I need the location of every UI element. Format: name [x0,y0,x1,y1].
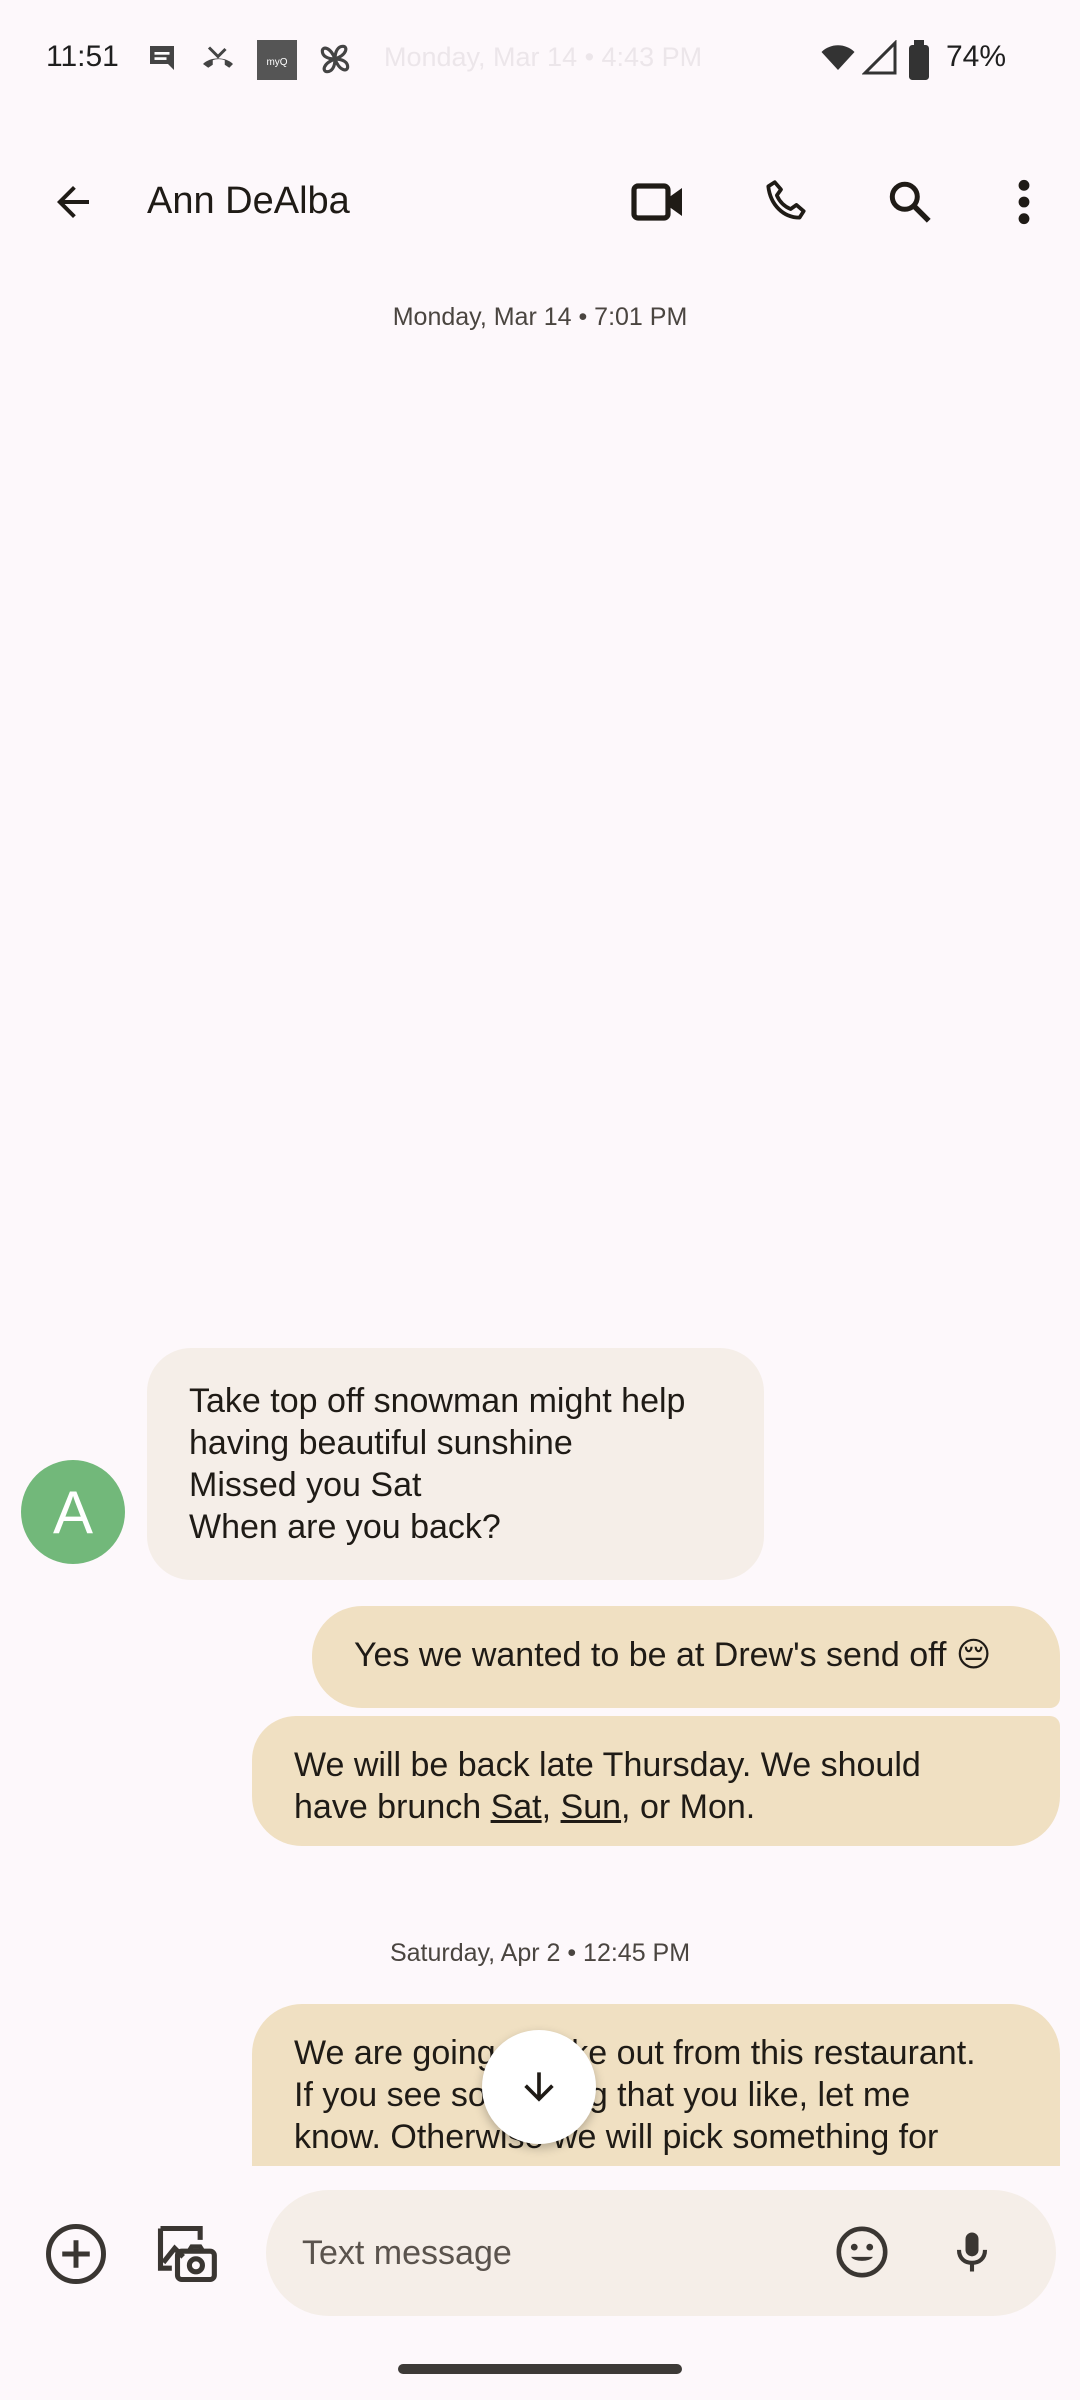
gallery-button[interactable] [146,2214,226,2294]
scroll-to-bottom-button[interactable] [482,2030,596,2144]
search-icon [889,181,931,223]
message-line: Yes we wanted to be at Drew's send off 😔 [354,1636,992,1674]
separator-text: , [541,1788,561,1826]
timestamp-1: Monday, Mar 14 • 7:01 PM [392,303,688,331]
contact-name[interactable]: Ann DeAlba [147,180,350,223]
message-line: you. [294,2158,1018,2166]
back-button[interactable] [33,162,113,242]
search-button[interactable] [870,162,950,242]
gallery-icon [157,2225,217,2283]
message-line: If you see something that you like, let … [294,2076,911,2114]
myq-icon: myQ [257,40,297,80]
status-bar: 11:51 myQ Monday, Mar 14 • 4:43 PM 74% [0,0,1080,120]
arrow-down-icon [524,2072,554,2102]
wifi-icon [818,40,858,80]
message-text-field[interactable]: Text message [266,2190,1056,2316]
outgoing-message-2[interactable]: We will be back late Thursday. We should… [252,1716,1060,1846]
outgoing-message-3[interactable]: We are going to take out from this resta… [252,2004,1060,2166]
message-text: , or Mon. [621,1788,756,1826]
incoming-message[interactable]: Take top off snowman might help having b… [147,1348,764,1580]
more-options-button[interactable] [984,162,1064,242]
message-line: have brunch Sat, Sun, or Mon. [294,1786,1018,1828]
video-call-button[interactable] [618,162,698,242]
date-link-sat[interactable]: Sat [491,1788,542,1826]
video-call-icon [631,183,682,221]
avatar[interactable]: A [21,1460,125,1564]
message-placeholder: Text message [302,2234,512,2272]
message-line: When are you back? [189,1508,501,1546]
missed-call-icon [198,40,238,80]
message-line: having beautiful sunshine [189,1424,573,1462]
message-text: have brunch [294,1788,491,1826]
timestamp-2: Saturday, Apr 2 • 12:45 PM [389,1939,691,1967]
composer-bar: Text message [0,2170,1080,2320]
date-link-sun[interactable]: Sun [561,1788,622,1826]
message-icon [144,40,184,80]
app-bar: Ann DeAlba [0,140,1080,264]
emoji-button[interactable] [822,2212,902,2292]
emoji-icon [836,2226,888,2278]
message-line: We are going to take out from this resta… [294,2034,976,2072]
more-vert-icon [1018,179,1030,225]
phone-icon [766,180,806,220]
voice-input-button[interactable] [932,2212,1012,2292]
home-indicator[interactable] [398,2364,682,2374]
pinwheel-icon [316,40,356,80]
status-time: 11:51 [46,40,119,73]
outgoing-message-1[interactable]: Yes we wanted to be at Drew's send off 😔 [312,1606,1060,1708]
status-ghost-text: Monday, Mar 14 • 4:43 PM [384,42,703,72]
svg-text:myQ: myQ [266,57,287,68]
messages-screen: 11:51 myQ Monday, Mar 14 • 4:43 PM 74% A… [0,0,1080,2400]
add-attachment-button[interactable] [36,2214,116,2294]
message-line: We will be back late Thursday. We should [294,1746,921,1784]
phone-call-button[interactable] [746,162,826,242]
mic-icon [956,2232,988,2272]
battery-percent: 74% [946,40,1007,73]
signal-icon [861,39,902,80]
message-line: Missed you Sat [189,1466,422,1504]
add-circle-icon [46,2224,106,2284]
message-line: know. Otherwise we will pick something f… [294,2118,939,2156]
back-arrow-icon [57,186,89,218]
battery-icon [904,40,944,80]
message-line: Take top off snowman might help [189,1382,686,1420]
